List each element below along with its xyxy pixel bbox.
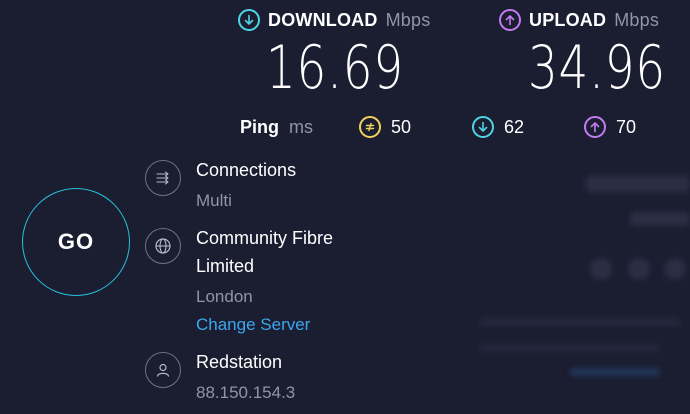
change-server-link[interactable]: Change Server: [196, 311, 310, 339]
ping-unit: ms: [289, 117, 313, 137]
ping-upload-icon: [584, 116, 606, 138]
server-name-line1: Community Fibre: [196, 228, 334, 248]
ping-label: Ping: [240, 117, 279, 137]
download-header: DOWNLOAD Mbps: [238, 9, 430, 31]
arrow-up-circle-icon: [499, 9, 521, 31]
upload-title: UPLOAD: [529, 9, 607, 30]
globe-icon: [145, 228, 181, 264]
ping-download-value: 62: [504, 116, 525, 137]
upload-unit: Mbps: [614, 9, 660, 30]
ping-upload: 70: [584, 116, 636, 138]
connections-icon[interactable]: [145, 160, 181, 196]
download-title: DOWNLOAD: [268, 9, 378, 30]
ping-download-icon: [472, 116, 494, 138]
upload-header: UPLOAD Mbps: [499, 9, 659, 31]
blurred-dot: [628, 258, 650, 280]
provider-ip: 88.150.154.3: [196, 383, 296, 402]
upload-speed-value: 34.96: [528, 33, 666, 103]
server-location: London: [196, 287, 253, 306]
go-button[interactable]: GO: [22, 188, 130, 296]
ping-idle-value: 50: [391, 116, 412, 137]
user-icon: [145, 352, 181, 388]
blurred-pill: [586, 176, 690, 192]
download-speed-value: 16.69: [266, 33, 404, 103]
blurred-dot: [664, 258, 686, 280]
ping-idle: 50: [359, 116, 411, 138]
blurred-line: [480, 318, 680, 326]
download-unit: Mbps: [385, 9, 431, 30]
server-name-line2: Limited: [196, 256, 255, 276]
connections-title: Connections: [196, 160, 297, 180]
ping-label-group: Ping ms: [240, 117, 313, 138]
ping-upload-value: 70: [616, 116, 637, 137]
blurred-line: [480, 344, 660, 352]
go-button-label: GO: [57, 229, 95, 254]
ping-idle-icon: [359, 116, 381, 138]
arrow-down-circle-icon: [238, 9, 260, 31]
ping-download: 62: [472, 116, 524, 138]
connections-value[interactable]: Multi: [196, 187, 232, 215]
blurred-pill: [630, 212, 690, 226]
provider-name: Redstation: [196, 352, 283, 372]
blurred-text-block: [470, 310, 690, 414]
blurred-dot: [590, 258, 612, 280]
blurred-line: [570, 368, 660, 376]
